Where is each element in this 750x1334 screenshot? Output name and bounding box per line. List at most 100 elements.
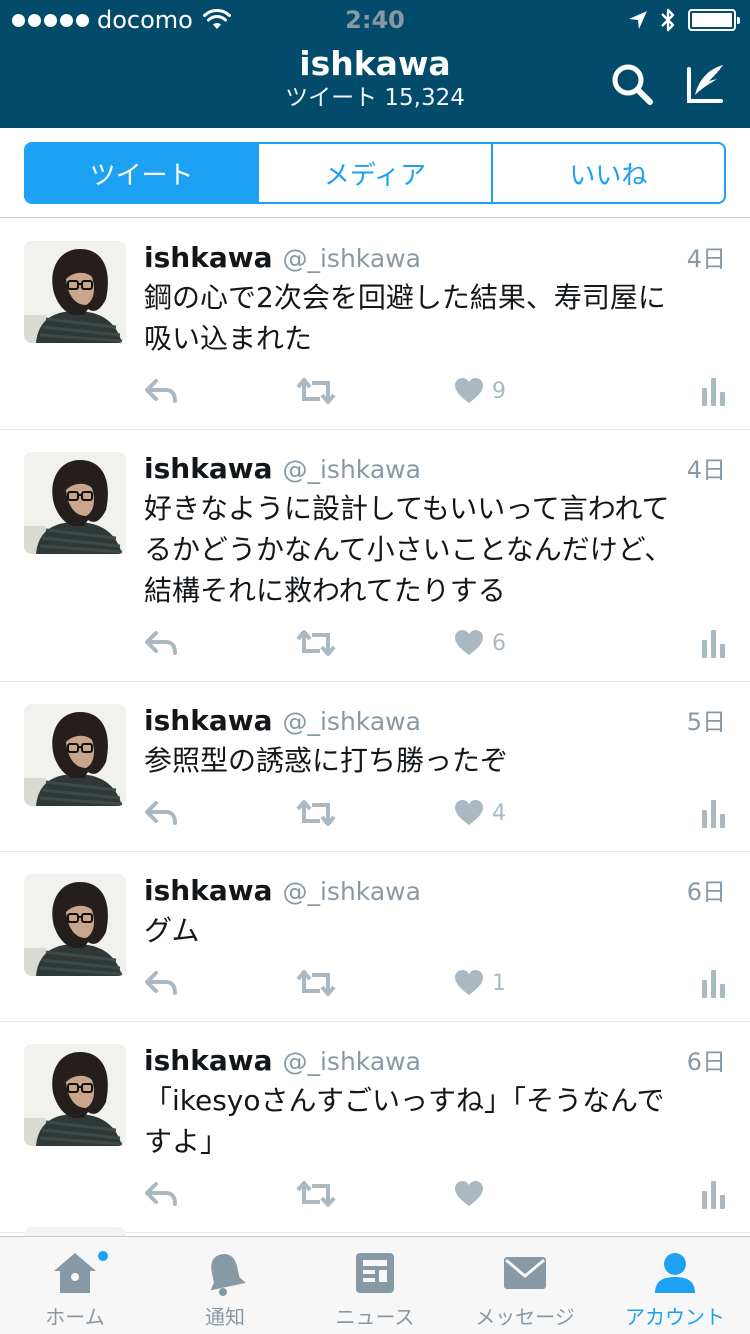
battery-icon — [688, 9, 740, 31]
like-button[interactable]: 9 — [454, 373, 506, 409]
like-button[interactable]: 6 — [454, 625, 506, 661]
heart-icon — [455, 970, 483, 995]
tab-media[interactable]: メディア — [257, 144, 490, 202]
retweet-button[interactable] — [296, 625, 336, 661]
avatar[interactable] — [24, 704, 126, 806]
analytics-icon — [702, 970, 725, 998]
tweet-text-line: グム — [144, 914, 200, 947]
tweet-time: 4日 — [686, 456, 726, 484]
tweet-text-line: 吸い込まれた — [144, 322, 313, 355]
reply-icon — [145, 631, 177, 655]
retweet-button[interactable] — [296, 373, 336, 409]
retweet-button[interactable] — [296, 795, 336, 831]
tweet-author-name[interactable]: ishkawa — [144, 874, 272, 907]
like-button[interactable]: 1 — [454, 965, 506, 1001]
home-icon — [49, 1247, 101, 1299]
tweet-text: 鋼の心で2次会を回避した結果、寿司屋に 吸い込まれた — [144, 277, 726, 359]
mail-icon — [499, 1247, 551, 1299]
tweet-author-name[interactable]: ishkawa — [144, 452, 272, 485]
tweet-text-line: 結構それに救われてたりする — [144, 574, 506, 607]
analytics-icon — [702, 630, 725, 658]
tweet-text-line: 「ikesyoさんすごいっすね」「そうなんで — [144, 1084, 665, 1117]
like-button[interactable]: 4 — [454, 795, 506, 831]
bluetooth-icon — [661, 8, 675, 32]
avatar[interactable] — [24, 452, 126, 554]
tweet-item[interactable]: ishkawa @_ishkawa 6日 「ikesyoさんすごいっすね」「そう… — [0, 1022, 750, 1233]
like-count: 9 — [492, 378, 506, 404]
reply-button[interactable] — [144, 965, 178, 1001]
retweet-button[interactable] — [296, 965, 336, 1001]
compose-button[interactable] — [682, 60, 730, 108]
news-icon — [349, 1247, 401, 1299]
person-icon — [649, 1247, 701, 1299]
next-tweet-peek — [0, 1205, 750, 1236]
tabbar-notifications[interactable]: 通知 — [150, 1237, 300, 1334]
reply-button[interactable] — [144, 625, 178, 661]
reply-button[interactable] — [144, 373, 178, 409]
tabbar-news[interactable]: ニュース — [300, 1237, 450, 1334]
tweet-item[interactable]: ishkawa @_ishkawa 5日 参照型の誘惑に打ち勝ったぞ 4 — [0, 682, 750, 852]
tweet-time: 5日 — [686, 708, 726, 736]
tweet-text-line: すよ」 — [144, 1125, 229, 1158]
like-count: 1 — [492, 970, 506, 996]
avatar[interactable] — [24, 241, 126, 343]
tabbar-label: アカウント — [625, 1305, 725, 1329]
heart-icon — [455, 1181, 483, 1206]
analytics-icon — [702, 800, 725, 828]
tweet-actions: 1 — [144, 951, 726, 1021]
tab-bar: ホーム 通知 ニュース メッセージ アカウント — [0, 1236, 750, 1334]
retweet-icon — [296, 378, 336, 404]
tabbar-label: メッセージ — [475, 1305, 575, 1329]
like-count: 4 — [492, 800, 506, 826]
analytics-button[interactable] — [702, 795, 726, 831]
analytics-button[interactable] — [702, 965, 726, 1001]
avatar[interactable] — [24, 874, 126, 976]
heart-icon — [455, 800, 483, 825]
tweet-text: グム — [144, 910, 726, 951]
analytics-button[interactable] — [702, 373, 726, 409]
tabbar-account[interactable]: アカウント — [600, 1237, 750, 1334]
status-bar: docomo 2:40 — [0, 0, 750, 40]
tweet-text: 好きなように設計してもいいって言われて るかどうかなんて小さいことなんだけど、 結構… — [144, 488, 726, 611]
segmented-control: ツイート メディア いいね — [24, 142, 726, 204]
tweet-time: 4日 — [686, 245, 726, 273]
like-count: 6 — [492, 630, 506, 656]
tabbar-messages[interactable]: メッセージ — [450, 1237, 600, 1334]
tabbar-label: ニュース — [335, 1305, 415, 1329]
reply-button[interactable] — [144, 795, 178, 831]
avatar[interactable] — [24, 1044, 126, 1146]
tweet-text-line: 鋼の心で2次会を回避した結果、寿司屋に — [144, 281, 666, 314]
tweet-time: 6日 — [686, 1048, 726, 1076]
search-icon — [612, 64, 653, 105]
tweet-text: 参照型の誘惑に打ち勝ったぞ — [144, 740, 726, 781]
reply-icon — [145, 801, 177, 825]
tweet-text-line: 参照型の誘惑に打ち勝ったぞ — [144, 744, 509, 777]
tweet-author-name[interactable]: ishkawa — [144, 241, 272, 274]
tweet-time: 6日 — [686, 878, 726, 906]
tweet-actions: 4 — [144, 781, 726, 851]
heart-icon — [455, 630, 483, 655]
search-button[interactable] — [608, 60, 656, 108]
tweet-text: 「ikesyoさんすごいっすね」「そうなんで すよ」 — [144, 1080, 726, 1162]
tabbar-label: ホーム — [45, 1305, 105, 1329]
tab-tweets[interactable]: ツイート — [26, 144, 258, 202]
tweet-author-handle: @_ishkawa — [282, 244, 421, 273]
retweet-icon — [296, 800, 336, 826]
retweet-icon — [296, 1181, 336, 1207]
location-arrow-icon — [629, 11, 647, 29]
tweet-author-name[interactable]: ishkawa — [144, 704, 272, 737]
tweet-actions: 9 — [144, 359, 726, 429]
tweet-author-handle: @_ishkawa — [282, 455, 421, 484]
tabbar-home[interactable]: ホーム — [0, 1237, 150, 1334]
reply-icon — [145, 1182, 177, 1206]
tweet-item[interactable]: ishkawa @_ishkawa 4日 鋼の心で2次会を回避した結果、寿司屋に… — [0, 219, 750, 430]
tweet-item[interactable]: ishkawa @_ishkawa 4日 好きなように設計してもいいって言われて… — [0, 430, 750, 682]
tabbar-label: 通知 — [205, 1305, 245, 1329]
tweet-author-name[interactable]: ishkawa — [144, 1044, 272, 1077]
retweet-icon — [296, 970, 336, 996]
tab-likes[interactable]: いいね — [490, 144, 724, 202]
tweet-item[interactable]: ishkawa @_ishkawa 6日 グム 1 — [0, 852, 750, 1022]
reply-icon — [145, 971, 177, 995]
analytics-button[interactable] — [702, 625, 726, 661]
tweet-feed: ishkawa @_ishkawa 4日 鋼の心で2次会を回避した結果、寿司屋に… — [0, 219, 750, 1233]
